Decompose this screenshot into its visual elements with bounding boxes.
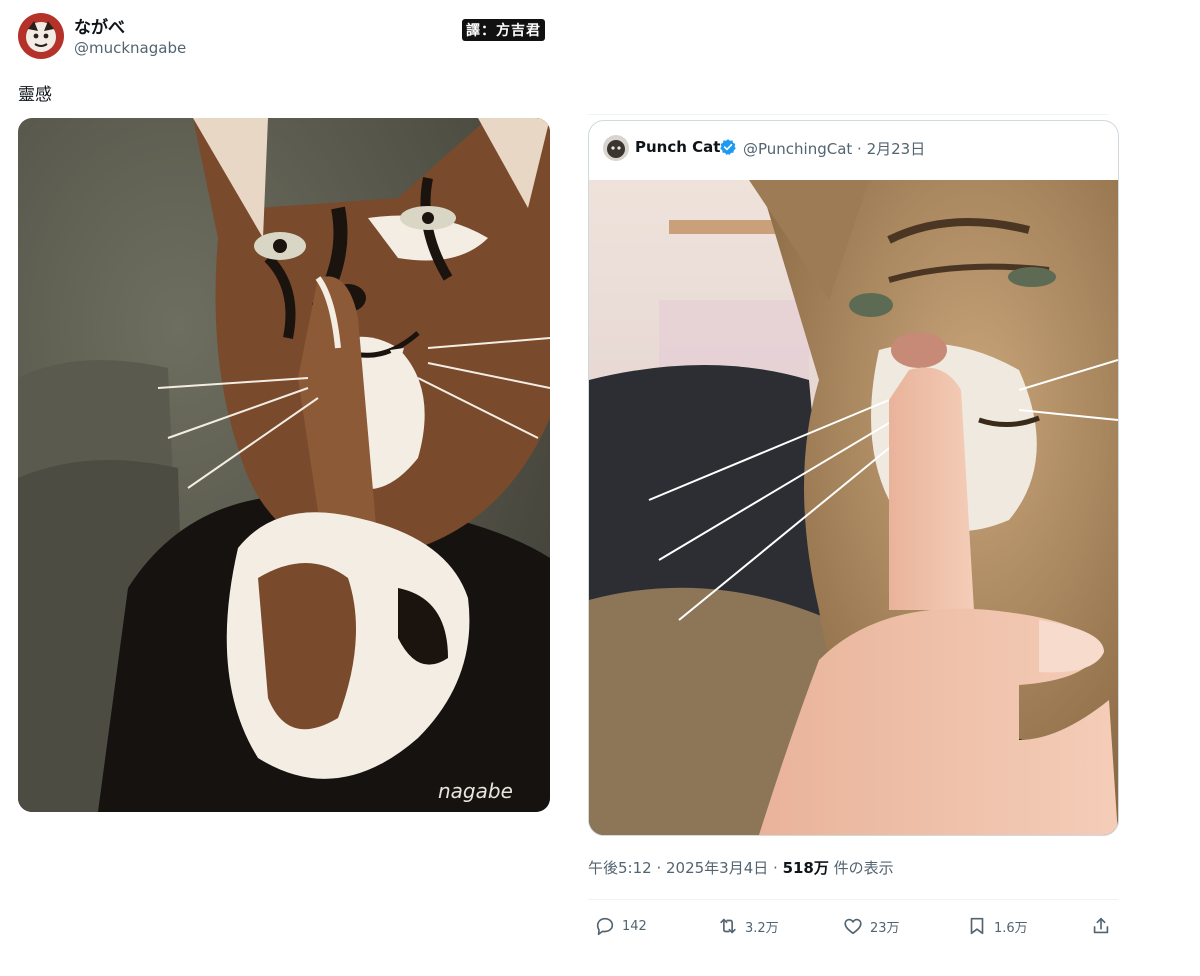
quote-author-name[interactable]: Punch Cat	[635, 138, 720, 156]
bookmark-button[interactable]: 1.6万	[966, 912, 1028, 940]
quote-tweet-card[interactable]: Punch Cat @PunchingCat · 2月23日	[588, 120, 1119, 836]
reply-icon	[596, 917, 614, 936]
retweet-count: 3.2万	[745, 920, 779, 936]
retweet-icon	[720, 918, 736, 934]
view-count-label: 件の表示	[828, 859, 894, 877]
tweet-timestamp[interactable]: 午後5:12 · 2025年3月4日 ·	[588, 859, 783, 877]
retweet-button[interactable]: 3.2万	[717, 912, 779, 940]
share-button[interactable]	[1090, 912, 1112, 940]
author-display-name[interactable]: ながべ	[74, 13, 125, 38]
quote-handle-date[interactable]: @PunchingCat · 2月23日	[743, 138, 925, 159]
cat-illustration-image[interactable]: nagabe	[18, 118, 550, 812]
tweet-text: 靈感	[18, 85, 52, 105]
reply-button[interactable]: 142	[594, 912, 647, 940]
bookmark-count: 1.6万	[994, 920, 1028, 936]
view-count: 518万	[782, 859, 829, 877]
verified-badge-icon	[719, 138, 737, 156]
share-icon	[1093, 917, 1109, 934]
quote-top-divider	[588, 114, 1108, 115]
quote-avatar-image	[603, 135, 629, 161]
quote-author-avatar[interactable]	[603, 135, 629, 161]
cat-photo-image[interactable]	[589, 180, 1118, 835]
artist-signature: nagabe	[438, 779, 513, 803]
author-avatar[interactable]	[18, 13, 64, 59]
reply-count: 142	[622, 918, 647, 934]
heart-icon	[844, 918, 862, 935]
illustration-artwork: nagabe	[18, 118, 550, 812]
like-button[interactable]: 23万	[842, 912, 900, 940]
author-handle[interactable]: @mucknagabe	[74, 39, 186, 57]
tweet-meta: 午後5:12 · 2025年3月4日 · 518万 件の表示	[588, 857, 894, 878]
bookmark-icon	[970, 917, 984, 935]
action-bar-divider	[588, 899, 1118, 900]
avatar-image	[18, 13, 64, 59]
quote-photo-artwork	[589, 180, 1118, 835]
translator-watermark: 譯：方吉君	[462, 19, 545, 41]
like-count: 23万	[870, 920, 900, 936]
